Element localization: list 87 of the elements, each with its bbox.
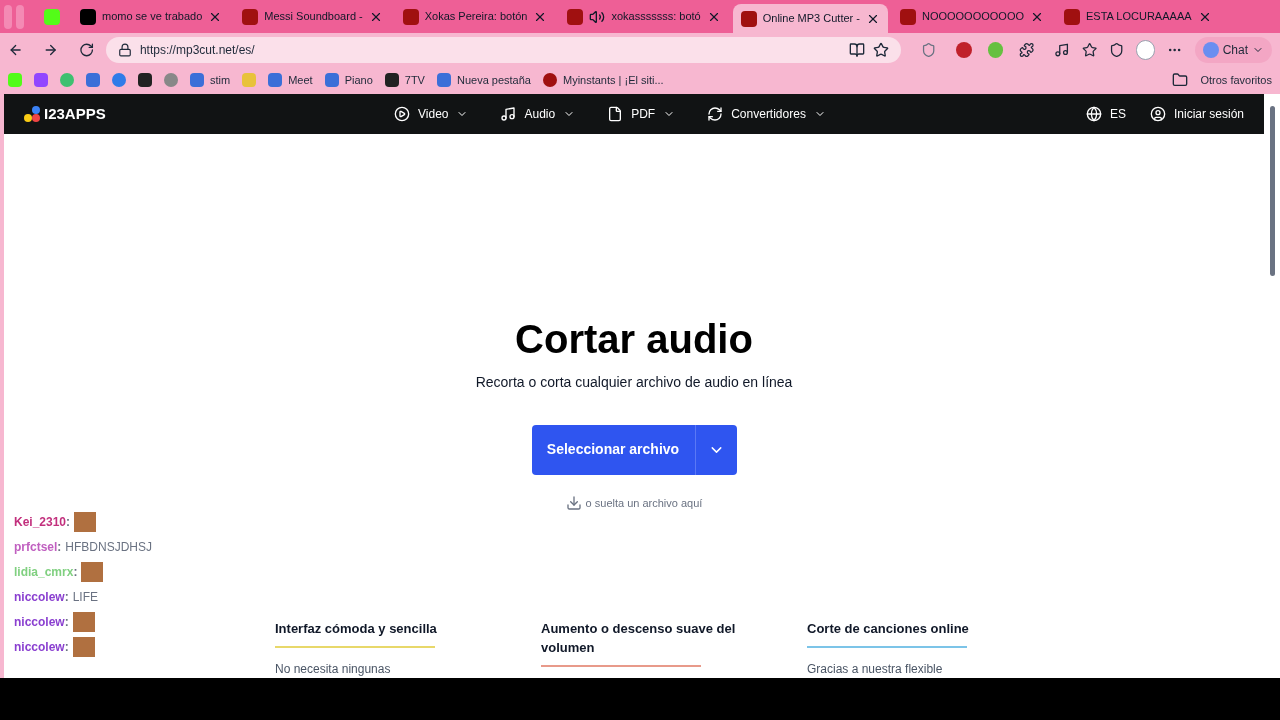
emote-placeholder: [81, 562, 104, 582]
logo-icon: [24, 105, 40, 122]
nav-icon: [607, 105, 624, 122]
shield-icon[interactable]: [1108, 41, 1125, 58]
tab-title: xokasssssss: botó: [611, 9, 701, 25]
chat-username: lidia_cmrx: [14, 564, 74, 581]
feature-title: Interfaz cómoda y sencilla: [275, 620, 438, 638]
chat-button[interactable]: Chat: [1194, 36, 1273, 63]
reader-icon[interactable]: [849, 41, 865, 58]
browser-tab[interactable]: xokasssssss: botó: [559, 4, 729, 29]
browser-tab[interactable]: momo se ve trabado: [72, 4, 231, 29]
user-icon: [1149, 105, 1166, 122]
page-title: Cortar audio: [515, 315, 753, 363]
bookmark-link[interactable]: 7TV: [404, 71, 425, 89]
lock-icon: [117, 42, 132, 57]
nav-menu[interactable]: Convertidores: [707, 104, 826, 123]
favorites-icon[interactable]: [1081, 41, 1097, 58]
chat-username: niccolew: [14, 639, 65, 656]
emote-placeholder: [74, 512, 97, 532]
nav-menu[interactable]: Video: [394, 104, 469, 123]
emote-placeholder: [72, 612, 95, 632]
nav-menu[interactable]: PDF: [607, 104, 676, 123]
bookmark-link[interactable]: Piano: [344, 71, 373, 89]
tab-title: Xokas Pereira: botón: [424, 9, 528, 25]
chat-separator: :: [64, 589, 69, 606]
login-link[interactable]: Iniciar sesión: [1149, 104, 1244, 123]
chat-separator: :: [66, 514, 71, 531]
browser-tab[interactable]: Xokas Pereira: botón: [394, 4, 556, 29]
download-icon: [565, 494, 582, 511]
extensions-icon[interactable]: [1018, 41, 1035, 58]
browser-tab[interactable]: ESTA LOCURAAAAA: [1056, 4, 1220, 29]
nav-icon: [707, 105, 724, 122]
browser-tab[interactable]: Messi Soundboard -: [234, 4, 391, 29]
bookmark-folder[interactable]: Otros favoritos: [1200, 71, 1272, 89]
nav-icon: [500, 105, 517, 122]
site-favicon: [899, 8, 916, 25]
feature-text: No necesita ningunas: [275, 661, 392, 678]
music-icon[interactable]: [1054, 41, 1070, 58]
chat-separator: :: [57, 539, 62, 556]
chat-separator: :: [64, 614, 69, 631]
chat-separator: :: [64, 639, 69, 656]
reload-icon[interactable]: [78, 41, 94, 58]
bookmark-link[interactable]: Meet: [288, 71, 313, 89]
feature-title: Corte de canciones online: [807, 620, 970, 638]
site-favicon: [242, 8, 259, 25]
tab-title: Online MP3 Cutter -: [762, 11, 860, 27]
nav-menu[interactable]: Audio: [500, 104, 576, 123]
bookmark-link[interactable]: Myinstants | ¡El siti...: [562, 71, 664, 89]
language-menu[interactable]: ES: [1085, 104, 1126, 123]
address-bar[interactable]: https://mp3cut.net/es/: [105, 36, 901, 63]
site-favicon: [740, 10, 757, 27]
chat-username: niccolew: [14, 589, 65, 606]
tab-title: Messi Soundboard -: [264, 9, 363, 25]
select-file-button[interactable]: Seleccionar archivo: [531, 424, 737, 475]
speaker-icon[interactable]: [589, 8, 606, 25]
site-favicon: [1064, 8, 1080, 25]
folder-icon: [1172, 72, 1189, 88]
url-text: https://mp3cut.net/es/: [139, 41, 256, 59]
browser-tab[interactable]: Online MP3 Cutter -: [732, 4, 888, 33]
page-subtitle: Recorta o corta cualquier archivo de audio en línea: [475, 372, 793, 392]
copilot-icon: [1202, 41, 1219, 58]
nav-icon: [394, 105, 410, 122]
tab-title: NOOOOOOOOOOO: [921, 9, 1024, 25]
feature-text: Gracias a nuestra flexible: [807, 661, 944, 678]
chat-message: HFBDNSJDHSJ: [65, 539, 153, 556]
feature-title: Aumento o descenso suave del volumen: [541, 620, 737, 657]
globe-icon: [1085, 105, 1102, 122]
favorite-icon[interactable]: [873, 41, 889, 58]
site-favicon: [402, 8, 419, 25]
emote-placeholder: [72, 637, 95, 657]
bookmark-link[interactable]: Nueva pestaña: [456, 71, 531, 89]
chat-separator: :: [73, 564, 78, 581]
chat-username: niccolew: [14, 614, 65, 631]
extension-icon[interactable]: [956, 41, 972, 58]
site-favicon: [80, 8, 96, 25]
drop-hint: o suelta un archivo aquí: [585, 495, 703, 511]
site-favicon: [567, 8, 584, 25]
tab-title: momo se ve trabado: [102, 9, 203, 25]
chat-message: LIFE: [72, 589, 99, 606]
bookmark-link[interactable]: stim: [210, 71, 231, 89]
bookmark-icon[interactable]: [384, 73, 399, 87]
site-favicon: [44, 8, 60, 25]
tab-title: ESTA LOCURAAAAA: [1086, 9, 1192, 25]
browser-tab[interactable]: NOOOOOOOOOOO: [891, 4, 1052, 29]
logo-text: I23APPS: [44, 103, 106, 124]
bookmark-icon[interactable]: [542, 73, 557, 87]
bookmark-icon[interactable]: [138, 73, 152, 87]
